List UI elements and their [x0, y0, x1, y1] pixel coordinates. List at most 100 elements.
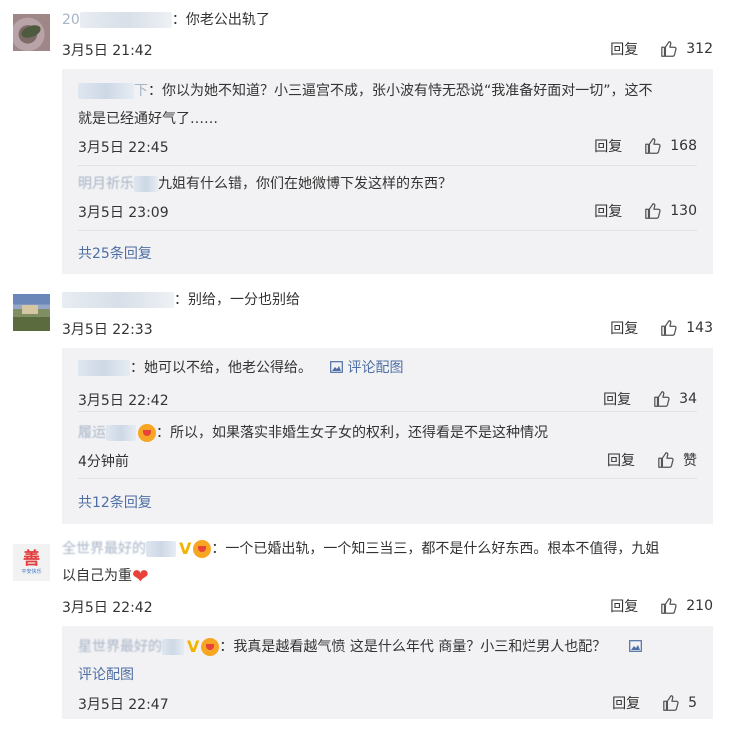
reply-button[interactable]: 回复 [603, 389, 631, 409]
reply-item: ：她可以不给，他老公得给。 评论配图 3月5日 22:42 回复 34 [78, 353, 697, 411]
reply-panel: 星世界最好的 V ：我真是越看越气愤 这是什么年代 商量？小三和烂男人也配？ 评论配… [62, 626, 713, 719]
reply-text: ：所以，如果落实非婚生女子女的权利，还得看是不是这种情况 [156, 425, 548, 441]
reply-text: ：我真是越看越气愤 这是什么年代 商量？小三和烂男人也配？ [219, 639, 607, 655]
like-count: 赞 [683, 453, 697, 469]
like-count: 312 [686, 41, 713, 57]
comment-time: 3月5日 22:42 [62, 600, 153, 616]
reply-text: 九姐有什么错，你们在她微博下发这样的东西？ [158, 176, 452, 192]
divider [78, 165, 697, 166]
reply-text: ：她可以不给，他老公得给。 [130, 360, 312, 376]
comment-line-continued: 以自己为重❤ [62, 566, 149, 586]
username[interactable]: 明月祈乐 [78, 176, 134, 192]
reply-line: 明月祈乐 九姐有什么错，你们在她微博下发这样的东西？ [78, 169, 697, 199]
avatar-glyph: 善 [23, 549, 40, 569]
username[interactable]: 下 [134, 83, 148, 99]
reply-time: 3月5日 22:42 [78, 393, 169, 409]
emoji-badge-icon [201, 638, 220, 656]
username-blurred[interactable] [146, 541, 176, 557]
reply-text: ：你以为她不知道？小三逼宫不成，张小波有恃无恐说“我准备好面对一切”，这不 [148, 83, 653, 99]
reply-button[interactable]: 回复 [607, 450, 635, 470]
reply-button[interactable]: 回复 [594, 201, 622, 221]
reply-panel: ：她可以不给，他老公得给。 评论配图 3月5日 22:42 回复 34 履运 ：所… [62, 348, 713, 524]
image-icon [330, 361, 344, 373]
like-button[interactable]: 168 [644, 137, 697, 155]
thumbs-up-icon [663, 695, 679, 711]
view-more-replies-link[interactable]: 共12条回复 [78, 492, 152, 512]
reply-line: 星世界最好的 V ：我真是越看越气愤 这是什么年代 商量？小三和烂男人也配？ [78, 632, 697, 662]
thumbs-up-icon [661, 41, 677, 57]
comment-time: 3月5日 21:42 [62, 43, 153, 59]
reply-item: 下：你以为她不知道？小三逼宫不成，张小波有恃无恐说“我准备好面对一切”，这不 就… [78, 76, 697, 164]
username[interactable]: 星世界最好的 [78, 639, 162, 655]
like-button[interactable]: 312 [660, 40, 713, 58]
reply-line: 下：你以为她不知道？小三逼宫不成，张小波有恃无恐说“我准备好面对一切”，这不 [78, 76, 697, 106]
like-count: 143 [686, 320, 713, 336]
thumbs-up-icon [645, 138, 661, 154]
reply-button[interactable]: 回复 [594, 136, 622, 156]
reply-time: 3月5日 22:47 [78, 697, 169, 713]
thumbs-up-icon [645, 203, 661, 219]
like-count: 5 [688, 695, 697, 711]
avatar[interactable] [13, 14, 50, 51]
username[interactable]: 履运 [78, 425, 106, 441]
image-icon[interactable] [628, 640, 642, 652]
reply-time: 3月5日 22:45 [78, 140, 169, 156]
comment-text: ：一个已婚出轨，一个知三当三，都不是什么好东西。根本不值得，九姐 [211, 541, 660, 557]
verified-v-icon: V [187, 637, 200, 656]
reply-line: ：她可以不给，他老公得给。 评论配图 [78, 353, 697, 383]
reply-item: 明月祈乐 九姐有什么错，你们在她微博下发这样的东西？ 3月5日 23:09 回复 … [78, 169, 697, 221]
divider [78, 411, 697, 412]
username-blurred[interactable] [134, 176, 158, 192]
comment-text: ：别给，一分也别给 [174, 292, 300, 308]
view-more-replies-link[interactable]: 共25条回复 [78, 243, 152, 263]
reply-text-continued: 就是已经通好气了…… [78, 111, 218, 127]
comment-text: ：你老公出轨了 [171, 12, 270, 28]
username-blurred[interactable] [79, 12, 172, 28]
reply-line-continued: 评论配图 [78, 660, 697, 690]
avatar[interactable] [13, 294, 50, 331]
avatar-caption: 平安快乐 [21, 569, 42, 575]
comment-image-link[interactable]: 评论配图 [330, 360, 403, 376]
like-button[interactable]: 赞 [657, 450, 697, 470]
username-blurred[interactable] [62, 292, 174, 308]
comment-image-label: 评论配图 [347, 360, 404, 376]
comment-time: 3月5日 22:33 [62, 322, 153, 338]
divider [78, 230, 697, 231]
thumbs-up-icon [654, 391, 670, 407]
comment-line: 20 ：你老公出轨了 [62, 10, 270, 30]
reply-button[interactable]: 回复 [612, 693, 640, 713]
like-count: 210 [686, 598, 713, 614]
like-button[interactable]: 5 [662, 694, 697, 712]
thumbs-up-icon [661, 320, 677, 336]
emoji-badge-icon [193, 540, 212, 558]
like-count: 168 [670, 138, 697, 154]
like-button[interactable]: 143 [660, 319, 713, 337]
comment-line: 全世界最好的 V ：一个已婚出轨，一个知三当三，都不是什么好东西。根本不值得，九姐 [62, 539, 659, 559]
thumbs-up-icon [661, 598, 677, 614]
like-count: 130 [670, 203, 697, 219]
avatar[interactable]: 善 平安快乐 [13, 544, 50, 581]
reply-button[interactable]: 回复 [610, 318, 638, 338]
comment-text-continued: 以自己为重 [62, 568, 132, 584]
reply-button[interactable]: 回复 [610, 39, 638, 59]
reply-panel: 下：你以为她不知道？小三逼宫不成，张小波有恃无恐说“我准备好面对一切”，这不 就… [62, 69, 713, 274]
thumbs-up-icon [658, 452, 674, 468]
comment-image-label[interactable]: 评论配图 [78, 667, 134, 683]
reply-button[interactable]: 回复 [610, 596, 638, 616]
username-blurred[interactable] [78, 360, 130, 376]
like-count: 34 [679, 391, 697, 407]
username[interactable]: 20 [62, 12, 80, 28]
divider [78, 478, 697, 479]
like-button[interactable]: 34 [653, 390, 697, 408]
username-blurred[interactable] [162, 639, 184, 655]
username[interactable]: 全世界最好的 [62, 541, 146, 557]
reply-time: 3月5日 23:09 [78, 205, 169, 221]
reply-item: 星世界最好的 V ：我真是越看越气愤 这是什么年代 商量？小三和烂男人也配？ 评论配… [78, 632, 697, 716]
comment-line: ：别给，一分也别给 [62, 290, 300, 310]
reply-item: 履运 ：所以，如果落实非婚生女子女的权利，还得看是不是这种情况 4分钟前 回复 赞 [78, 418, 697, 476]
username-blurred[interactable] [106, 425, 136, 441]
like-button[interactable]: 130 [644, 202, 697, 220]
username-blurred[interactable] [78, 83, 134, 99]
verified-v-icon: V [179, 539, 192, 558]
like-button[interactable]: 210 [660, 597, 713, 615]
